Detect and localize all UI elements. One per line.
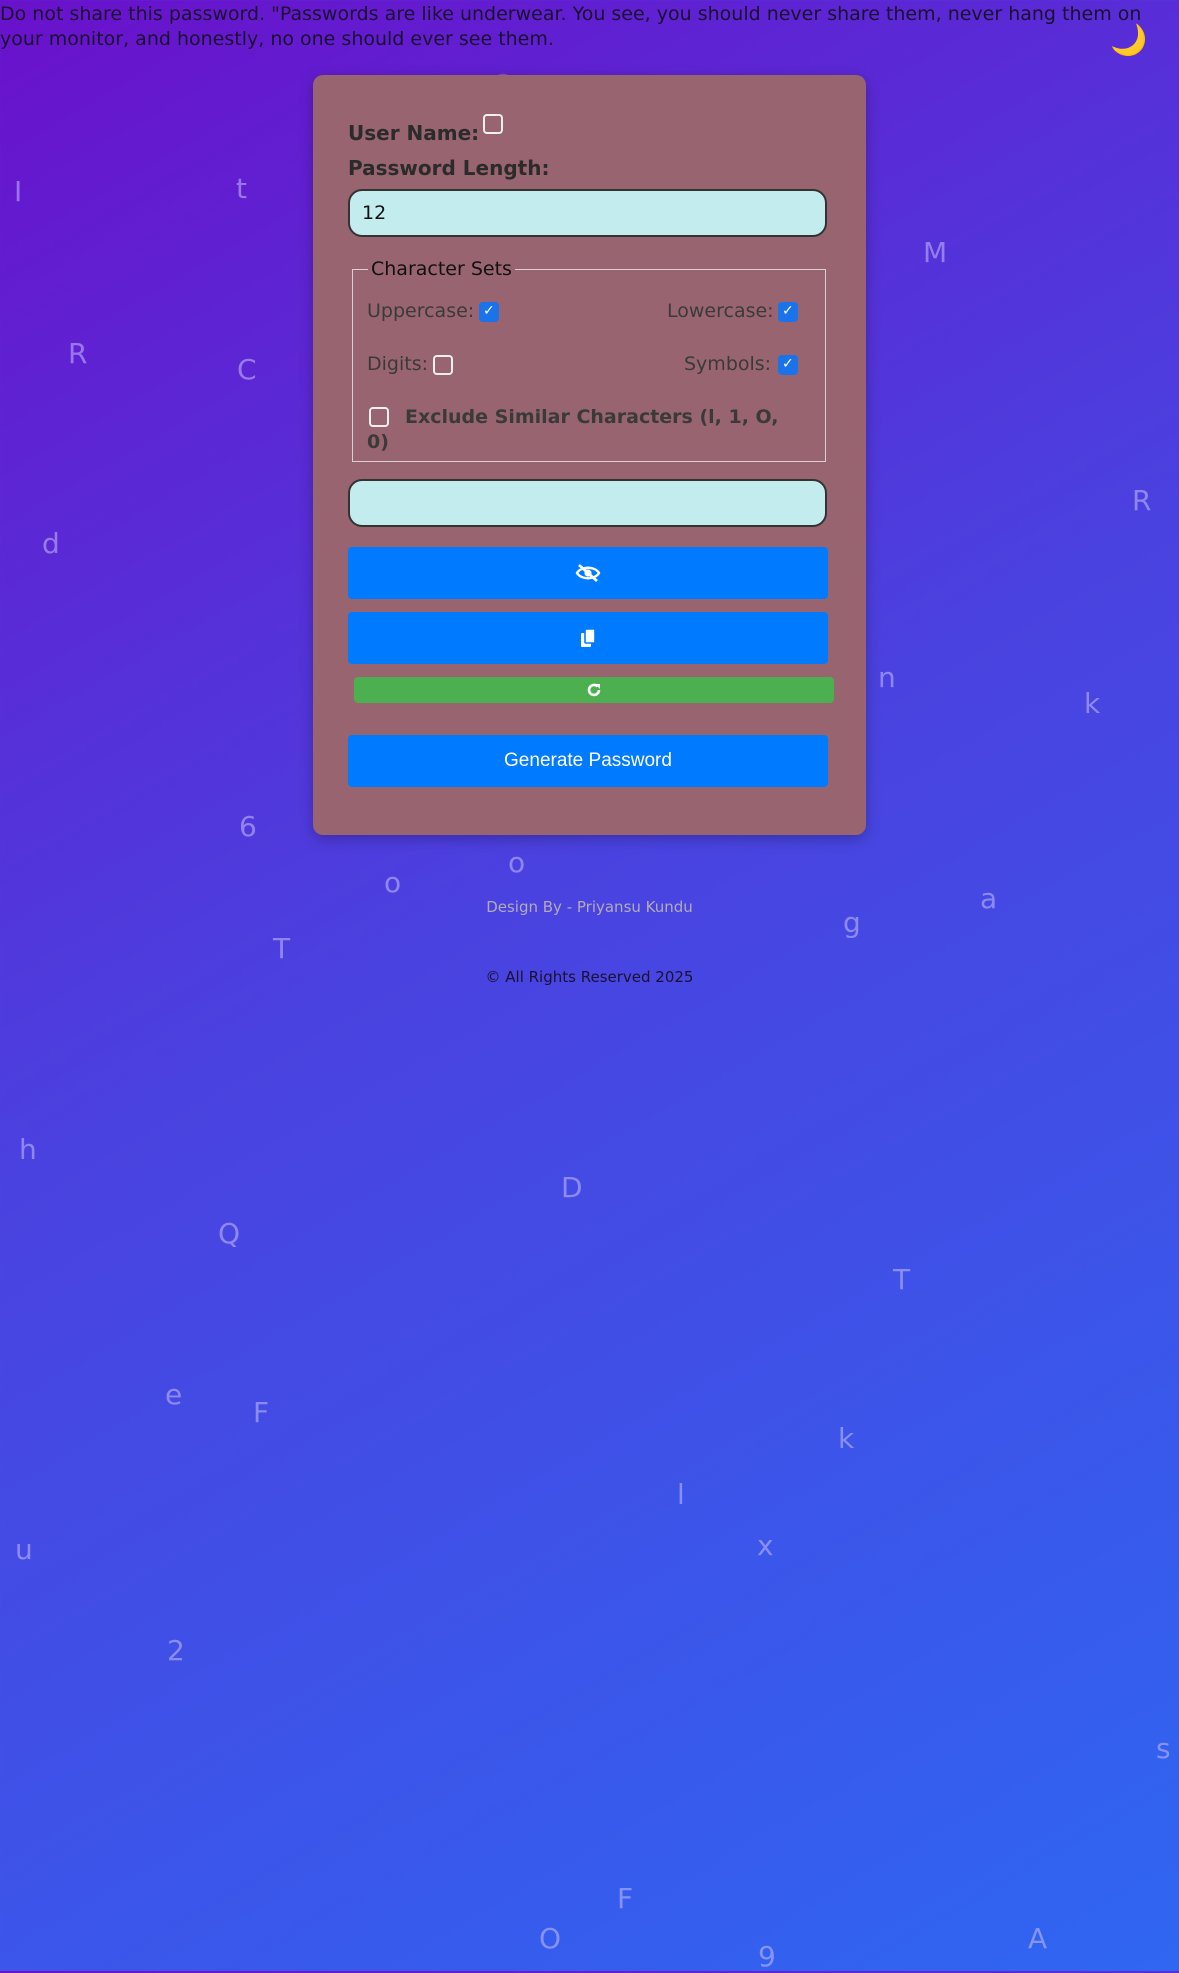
design-credit: Design By - Priyansu Kundu <box>486 898 693 916</box>
refresh-icon <box>587 683 601 697</box>
character-sets-legend: Character Sets <box>371 258 512 280</box>
bg-letter: F <box>253 1396 270 1429</box>
exclude-similar-label: Exclude Similar Characters (l, 1, O, 0) <box>367 406 779 453</box>
bg-letter: R <box>1132 484 1152 517</box>
bg-letter: F <box>617 1882 634 1915</box>
bg-letter: k <box>838 1422 855 1455</box>
bg-letter: u <box>15 1533 33 1566</box>
bg-letter: 2 <box>167 1634 185 1667</box>
lowercase-checkbox[interactable] <box>778 302 798 322</box>
toggle-visibility-button[interactable] <box>348 547 828 599</box>
bg-letter: l <box>677 1478 685 1511</box>
copy-password-button[interactable] <box>348 612 828 664</box>
lowercase-label: Lowercase: <box>667 300 774 322</box>
password-generator-card: User Name: Password Length: 12 Character… <box>313 75 866 835</box>
bg-letter: o <box>508 846 526 879</box>
password-length-input[interactable]: 12 <box>348 189 827 237</box>
bg-letter: M <box>923 236 948 269</box>
copy-icon <box>581 628 596 647</box>
bg-letter: D <box>561 1171 583 1204</box>
user-name-label: User Name: <box>348 121 480 145</box>
uppercase-checkbox[interactable] <box>479 302 499 322</box>
bg-letter: o <box>384 866 402 899</box>
uppercase-label: Uppercase: <box>367 300 475 322</box>
bg-letter: C <box>237 353 257 386</box>
digits-label: Digits: <box>367 353 428 375</box>
symbols-label: Symbols: <box>684 353 772 375</box>
generated-password-output[interactable] <box>348 479 827 527</box>
bg-letter: e <box>165 1378 183 1411</box>
eye-slash-icon <box>575 564 601 582</box>
symbols-checkbox[interactable] <box>778 355 798 375</box>
character-sets-group: Character Sets Uppercase: Lowercase: Dig… <box>352 258 826 462</box>
moon-icon[interactable]: 🌙 <box>1110 26 1147 56</box>
bg-letter: x <box>757 1529 774 1562</box>
password-warning-quote: Do not share this password. "Passwords a… <box>0 3 1142 50</box>
bg-letter: k <box>1084 687 1101 720</box>
password-length-label: Password Length: <box>348 156 550 180</box>
bg-letter: Q <box>218 1217 241 1250</box>
bg-letter: A <box>1028 1922 1048 1955</box>
bg-letter: R <box>68 337 88 370</box>
generate-password-button[interactable]: Generate Password <box>348 735 828 787</box>
bg-letter: h <box>19 1133 37 1166</box>
bg-letter: d <box>42 527 60 560</box>
bg-letter: 6 <box>239 810 257 843</box>
bg-letter: T <box>893 1263 911 1296</box>
user-name-checkbox[interactable] <box>483 114 503 134</box>
digits-checkbox[interactable] <box>433 355 453 375</box>
bg-letter: T <box>273 932 291 965</box>
bg-letter: I <box>14 175 23 208</box>
bg-letter: 9 <box>758 1940 776 1973</box>
refresh-button[interactable] <box>354 677 834 703</box>
bg-letter: t <box>236 172 247 205</box>
bg-letter: s <box>1156 1732 1171 1765</box>
bg-letter: n <box>878 661 896 694</box>
bg-letter: O <box>539 1922 562 1955</box>
copyright-notice: © All Rights Reserved 2025 <box>485 968 694 986</box>
